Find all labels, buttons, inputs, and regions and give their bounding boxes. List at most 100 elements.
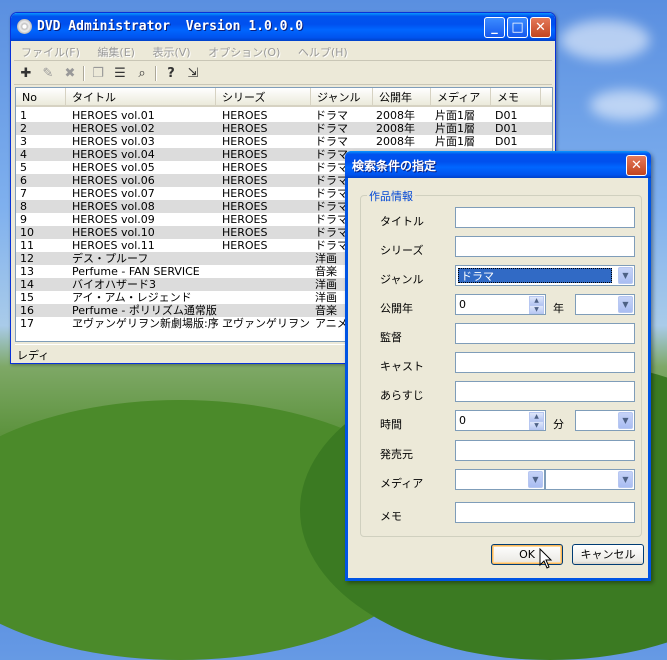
table-cell: 4 (20, 148, 27, 161)
table-cell: 2008年 (376, 135, 415, 148)
group-label: 作品情報 (367, 188, 415, 204)
table-cell: HEROES (222, 161, 268, 174)
publisher-input[interactable] (455, 440, 635, 461)
synopsis-input[interactable] (455, 381, 635, 402)
year-stepper[interactable]: 0 ▲ ▼ (455, 294, 546, 315)
table-cell: D01 (495, 109, 518, 122)
stepper-up-icon[interactable]: ▲ (529, 296, 544, 305)
year-value: 0 (459, 298, 466, 311)
year-condition-select[interactable]: ▼ (575, 294, 635, 315)
table-cell: 14 (20, 278, 34, 291)
cancel-button[interactable]: キャンセル (572, 544, 644, 565)
column-header-genre[interactable]: ジャンル (311, 88, 373, 107)
table-cell: 1 (20, 109, 27, 122)
table-cell: デス・プルーフ (72, 252, 149, 265)
column-header-title[interactable]: タイトル (66, 88, 216, 107)
chevron-down-icon[interactable]: ▼ (618, 412, 633, 429)
table-cell: HEROES (222, 135, 268, 148)
delete-item-icon[interactable]: ✖ (61, 65, 79, 82)
stepper-up-icon[interactable]: ▲ (529, 412, 544, 421)
genre-selected-value: ドラマ (458, 268, 612, 283)
series-input[interactable] (455, 236, 635, 257)
minimize-button[interactable]: _ (484, 17, 505, 38)
menu-view[interactable]: 表示(V) (145, 41, 197, 60)
chevron-down-icon[interactable]: ▼ (528, 471, 543, 488)
table-cell: HEROES vol.04 (72, 148, 155, 161)
main-titlebar[interactable]: DVD Administrator Version 1.0.0.0 _ □ ✕ (11, 13, 555, 41)
table-cell: 13 (20, 265, 34, 278)
column-header-series[interactable]: シリーズ (216, 88, 311, 107)
chevron-down-icon[interactable]: ▼ (618, 296, 633, 313)
publisher-label: 発売元 (380, 448, 413, 461)
column-header-memo[interactable]: メモ (491, 88, 541, 107)
table-cell: HEROES vol.03 (72, 135, 155, 148)
table-cell: 17 (20, 317, 34, 330)
duration-condition-select[interactable]: ▼ (575, 410, 635, 431)
year-label: 公開年 (380, 302, 413, 315)
memo-input[interactable] (455, 502, 635, 523)
table-row[interactable]: 3 HEROES vol.03 HEROES ドラマ 2008年 片面1層 D01 (16, 135, 552, 148)
table-cell: 2 (20, 122, 27, 135)
genre-select[interactable]: ドラマ ▼ (455, 265, 635, 286)
list-icon[interactable]: ☰ (111, 65, 129, 82)
table-cell: 片面1層 (435, 122, 475, 135)
stepper-down-icon[interactable]: ▼ (529, 421, 544, 430)
column-header-media[interactable]: メディア (431, 88, 491, 107)
cast-input[interactable] (455, 352, 635, 373)
table-cell: HEROES vol.11 (72, 239, 155, 252)
table-cell: HEROES vol.07 (72, 187, 155, 200)
table-cell: 12 (20, 252, 34, 265)
table-row[interactable]: 2 HEROES vol.02 HEROES ドラマ 2008年 片面1層 D01 (16, 122, 552, 135)
table-cell: HEROES (222, 239, 268, 252)
table-cell: Perfume - FAN SERVICE (72, 265, 200, 278)
edit-item-icon[interactable]: ✎ (39, 65, 57, 82)
year-unit-label: 年 (553, 302, 564, 315)
dialog-close-button[interactable]: ✕ (626, 155, 647, 176)
list-header: No タイトル シリーズ ジャンル 公開年 メディア メモ (16, 88, 552, 107)
table-cell: ヱヴァンゲリヲン新劇場版:序 (72, 317, 219, 330)
new-item-icon[interactable]: ✚ (17, 65, 35, 82)
table-cell: 9 (20, 213, 27, 226)
maximize-button[interactable]: □ (507, 17, 528, 38)
director-input[interactable] (455, 323, 635, 344)
memo-label: メモ (380, 510, 402, 523)
column-header-year[interactable]: 公開年 (373, 88, 431, 107)
table-cell: HEROES vol.06 (72, 174, 155, 187)
title-input[interactable] (455, 207, 635, 228)
column-header-no[interactable]: No (16, 88, 66, 107)
mouse-cursor-icon (539, 548, 553, 569)
table-cell: 2008年 (376, 109, 415, 122)
table-cell: 2008年 (376, 122, 415, 135)
table-cell: HEROES (222, 109, 268, 122)
duration-stepper[interactable]: 0 ▲ ▼ (455, 410, 546, 431)
table-cell: HEROES (222, 213, 268, 226)
stepper-down-icon[interactable]: ▼ (529, 305, 544, 314)
search-icon[interactable]: ⌕ (133, 65, 151, 82)
help-icon[interactable]: ? (162, 65, 180, 82)
duration-unit-label: 分 (553, 418, 564, 431)
table-cell: 11 (20, 239, 34, 252)
media-type-select[interactable]: ▼ (455, 469, 545, 490)
copy-icon[interactable]: ❐ (89, 65, 107, 82)
table-cell: HEROES (222, 200, 268, 213)
duration-label: 時間 (380, 418, 402, 431)
table-cell: バイオハザード3 (72, 278, 156, 291)
synopsis-label: あらすじ (380, 389, 424, 402)
table-row[interactable]: 1 HEROES vol.01 HEROES ドラマ 2008年 片面1層 D01 (16, 109, 552, 122)
close-button[interactable]: ✕ (530, 17, 551, 38)
table-cell: HEROES vol.05 (72, 161, 155, 174)
menu-file[interactable]: ファイル(F) (14, 41, 87, 60)
media-layer-select[interactable]: ▼ (545, 469, 635, 490)
main-window-title: DVD Administrator Version 1.0.0.0 (37, 19, 304, 34)
media-label: メディア (380, 477, 424, 490)
menu-options[interactable]: オプション(O) (201, 41, 287, 60)
chevron-down-icon[interactable]: ▼ (618, 471, 633, 488)
exit-icon[interactable]: ⇲ (184, 65, 202, 82)
table-cell: 16 (20, 304, 34, 317)
toolbar: ✚ ✎ ✖ ❐ ☰ ⌕ ? ⇲ (14, 62, 552, 85)
menu-help[interactable]: ヘルプ(H) (291, 41, 355, 60)
table-cell: 10 (20, 226, 34, 239)
chevron-down-icon[interactable]: ▼ (618, 267, 633, 284)
menu-edit[interactable]: 編集(E) (90, 41, 142, 60)
dialog-titlebar[interactable]: 検索条件の指定 ✕ (345, 151, 651, 178)
